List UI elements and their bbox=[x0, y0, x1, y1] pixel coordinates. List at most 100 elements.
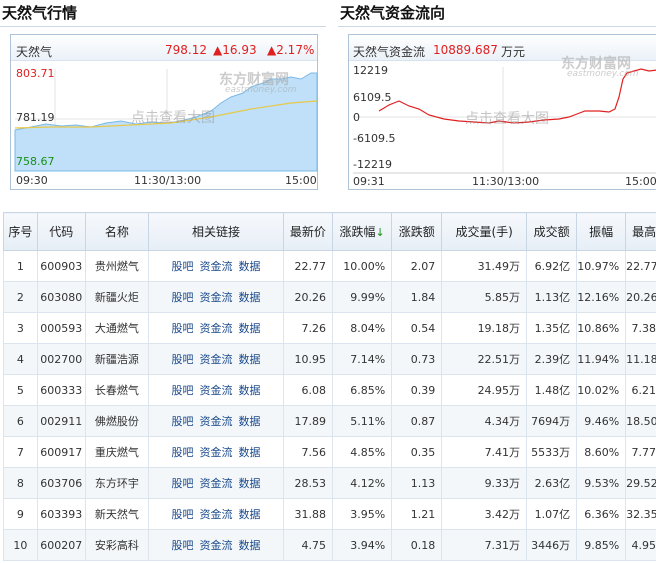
row-index: 4 bbox=[3, 343, 38, 375]
guba-link[interactable]: 股吧 bbox=[171, 384, 193, 397]
data-link[interactable]: 数据 bbox=[238, 446, 260, 459]
capital-flow-link[interactable]: 资金流 bbox=[199, 384, 232, 397]
guba-link[interactable]: 股吧 bbox=[171, 539, 193, 552]
latest-price: 28.53 bbox=[282, 467, 333, 499]
table-row[interactable]: 9 603393 新天然气 股吧 资金流 数据 31.88 3.95% 1.21 3.42万 1.0… bbox=[3, 498, 656, 530]
stock-name-link[interactable]: 重庆燃气 bbox=[84, 436, 150, 468]
view-large-image-link[interactable]: 点击查看大图 bbox=[131, 107, 215, 127]
stock-name-link[interactable]: 新天然气 bbox=[84, 498, 150, 530]
guba-link[interactable]: 股吧 bbox=[171, 508, 193, 521]
stock-code-link[interactable]: 000593 bbox=[36, 312, 86, 344]
table-row[interactable]: 3 000593 大通燃气 股吧 资金流 数据 7.26 8.04% 0.54 19.18万 1.3… bbox=[3, 312, 656, 344]
guba-link[interactable]: 股吧 bbox=[171, 322, 193, 335]
stock-name-link[interactable]: 佛燃股份 bbox=[84, 405, 150, 437]
col-header-change[interactable]: 涨跌额 bbox=[391, 212, 443, 251]
col-header-amount[interactable]: 成交额 bbox=[526, 212, 578, 251]
data-link[interactable]: 数据 bbox=[238, 477, 260, 490]
data-link[interactable]: 数据 bbox=[238, 508, 260, 521]
view-large-image-link[interactable]: 点击查看大图 bbox=[465, 108, 549, 128]
col-header-name[interactable]: 名称 bbox=[84, 212, 150, 251]
data-link[interactable]: 数据 bbox=[238, 539, 260, 552]
guba-link[interactable]: 股吧 bbox=[171, 260, 193, 273]
capital-flow-link[interactable]: 资金流 bbox=[199, 291, 232, 304]
stock-name-link[interactable]: 新疆火炬 bbox=[84, 281, 150, 313]
guba-link[interactable]: 股吧 bbox=[171, 477, 193, 490]
data-link[interactable]: 数据 bbox=[238, 415, 260, 428]
change-pct: 8.04% bbox=[331, 312, 393, 344]
turnover-amount: 1.07亿 bbox=[526, 498, 578, 530]
turnover-amount: 1.35亿 bbox=[526, 312, 578, 344]
index-chart-panel[interactable]: 天然气 798.12 ▲16.93 ▲2.17% 803.71 781.19 7… bbox=[10, 34, 318, 190]
stock-code-link[interactable]: 600903 bbox=[36, 250, 86, 282]
stock-name-link[interactable]: 长春燃气 bbox=[84, 374, 150, 406]
right-title-rule bbox=[338, 26, 656, 27]
change-amount: 1.21 bbox=[391, 498, 443, 530]
latest-price: 20.26 bbox=[282, 281, 333, 313]
col-header-amplitude[interactable]: 振幅 bbox=[576, 212, 627, 251]
capital-flow-link[interactable]: 资金流 bbox=[199, 260, 232, 273]
latest-price: 7.56 bbox=[282, 436, 333, 468]
table-row[interactable]: 6 002911 佛燃股份 股吧 资金流 数据 17.89 5.11% 0.87 4.34万 769… bbox=[3, 405, 656, 437]
turnover-amount: 3446万 bbox=[526, 529, 578, 561]
table-row[interactable]: 5 600333 长春燃气 股吧 资金流 数据 6.08 6.85% 0.39 24.95万 1.4… bbox=[3, 374, 656, 406]
change-amount: 1.84 bbox=[391, 281, 443, 313]
stock-code-link[interactable]: 603706 bbox=[36, 467, 86, 499]
day-high: 32.35 bbox=[625, 498, 656, 530]
col-header-code[interactable]: 代码 bbox=[36, 212, 86, 251]
stock-table-body: 1 600903 贵州燃气 股吧 资金流 数据 22.77 10.00% 2.07 31.49万 6… bbox=[3, 250, 656, 561]
change-amount: 0.39 bbox=[391, 374, 443, 406]
stock-name-link[interactable]: 大通燃气 bbox=[84, 312, 150, 344]
day-high: 22.77 bbox=[625, 250, 656, 282]
data-link[interactable]: 数据 bbox=[238, 353, 260, 366]
col-header-volume[interactable]: 成交量(手) bbox=[441, 212, 528, 251]
table-row[interactable]: 2 603080 新疆火炬 股吧 资金流 数据 20.26 9.99% 1.84 5.85万 1.1… bbox=[3, 281, 656, 313]
guba-link[interactable]: 股吧 bbox=[171, 446, 193, 459]
capital-flow-link[interactable]: 资金流 bbox=[199, 508, 232, 521]
turnover-amount: 1.48亿 bbox=[526, 374, 578, 406]
table-row[interactable]: 7 600917 重庆燃气 股吧 资金流 数据 7.56 4.85% 0.35 7.41万 5533… bbox=[3, 436, 656, 468]
stock-code-link[interactable]: 002911 bbox=[36, 405, 86, 437]
table-row[interactable]: 1 600903 贵州燃气 股吧 资金流 数据 22.77 10.00% 2.07 31.49万 6… bbox=[3, 250, 656, 282]
guba-link[interactable]: 股吧 bbox=[171, 415, 193, 428]
capital-flow-link[interactable]: 资金流 bbox=[199, 477, 232, 490]
guba-link[interactable]: 股吧 bbox=[171, 353, 193, 366]
change-pct: 3.94% bbox=[331, 529, 393, 561]
capital-flow-link[interactable]: 资金流 bbox=[199, 353, 232, 366]
capital-flow-chart-panel[interactable]: 天然气资金流 10889.687 万元 12219 6109.5 0 -6109… bbox=[348, 34, 656, 190]
col-header-pct[interactable]: 涨跌幅↓ bbox=[331, 212, 393, 251]
amplitude: 11.94% bbox=[576, 343, 627, 375]
stock-name-link[interactable]: 新疆浩源 bbox=[84, 343, 150, 375]
flow-x-mid: 11:30/13:00 bbox=[472, 175, 540, 188]
stock-code-link[interactable]: 603393 bbox=[36, 498, 86, 530]
stock-code-link[interactable]: 603080 bbox=[36, 281, 86, 313]
capital-flow-link[interactable]: 资金流 bbox=[199, 322, 232, 335]
volume: 5.85万 bbox=[441, 281, 528, 313]
col-header-price[interactable]: 最新价 bbox=[282, 212, 333, 251]
stock-code-link[interactable]: 600917 bbox=[36, 436, 86, 468]
stock-name-link[interactable]: 贵州燃气 bbox=[84, 250, 150, 282]
data-link[interactable]: 数据 bbox=[238, 384, 260, 397]
related-links: 股吧 资金流 数据 bbox=[148, 312, 284, 344]
table-row[interactable]: 10 600207 安彩高科 股吧 资金流 数据 4.75 3.94% 0.18 7.31万 344… bbox=[3, 529, 656, 561]
data-link[interactable]: 数据 bbox=[238, 260, 260, 273]
stock-code-link[interactable]: 600207 bbox=[36, 529, 86, 561]
stock-code-link[interactable]: 002700 bbox=[36, 343, 86, 375]
flow-y-3: 0 bbox=[353, 111, 360, 124]
capital-flow-link[interactable]: 资金流 bbox=[199, 415, 232, 428]
turnover-amount: 1.13亿 bbox=[526, 281, 578, 313]
col-header-high[interactable]: 最高 bbox=[625, 212, 656, 251]
stock-code-link[interactable]: 600333 bbox=[36, 374, 86, 406]
related-links: 股吧 资金流 数据 bbox=[148, 436, 284, 468]
col-header-index: 序号 bbox=[3, 212, 38, 251]
capital-flow-link[interactable]: 资金流 bbox=[199, 446, 232, 459]
guba-link[interactable]: 股吧 bbox=[171, 291, 193, 304]
data-link[interactable]: 数据 bbox=[238, 291, 260, 304]
stock-name-link[interactable]: 东方环宇 bbox=[84, 467, 150, 499]
table-row[interactable]: 4 002700 新疆浩源 股吧 资金流 数据 10.95 7.14% 0.73 22.51万 2.… bbox=[3, 343, 656, 375]
table-row[interactable]: 8 603706 东方环宇 股吧 资金流 数据 28.53 4.12% 1.13 9.33万 2.6… bbox=[3, 467, 656, 499]
capital-flow-link[interactable]: 资金流 bbox=[199, 539, 232, 552]
volume: 24.95万 bbox=[441, 374, 528, 406]
data-link[interactable]: 数据 bbox=[238, 322, 260, 335]
stock-name-link[interactable]: 安彩高科 bbox=[84, 529, 150, 561]
related-links: 股吧 资金流 数据 bbox=[148, 529, 284, 561]
